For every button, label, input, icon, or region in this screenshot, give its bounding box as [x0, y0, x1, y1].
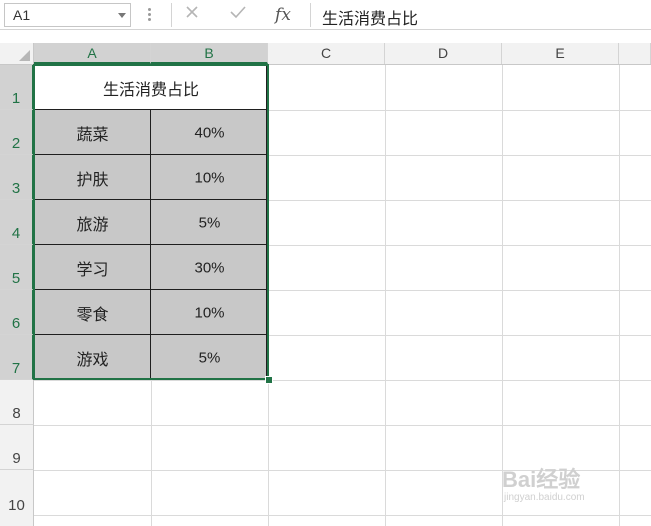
column-header-c[interactable]: C [268, 43, 385, 64]
gridline [34, 380, 651, 381]
row-number: 8 [12, 405, 21, 422]
row-header-9[interactable]: 9 [0, 425, 34, 470]
cell-b7[interactable]: 5% [151, 335, 268, 380]
cell-a1-title[interactable]: 生活消费占比 [34, 65, 268, 110]
select-all-button[interactable] [0, 43, 34, 64]
cell-a4[interactable]: 旅游 [34, 200, 151, 245]
cell-a6[interactable]: 零食 [34, 290, 151, 335]
gridline [385, 65, 386, 526]
gridline [502, 65, 503, 526]
cell-b5[interactable]: 30% [151, 245, 268, 290]
cell-b3[interactable]: 10% [151, 155, 268, 200]
cell-a2[interactable]: 蔬菜 [34, 110, 151, 155]
column-header-b[interactable]: B [151, 43, 268, 64]
table-border [34, 109, 268, 110]
name-box-value: A1 [13, 7, 31, 23]
watermark: Bai经验 jingyan.baidu.com [502, 462, 585, 503]
row-number: 9 [12, 450, 21, 467]
category-label: 游戏 [76, 349, 109, 369]
gridline [34, 425, 651, 426]
row-number: 10 [8, 497, 25, 514]
row-number: 2 [11, 135, 21, 152]
row-header-3[interactable]: 3 [0, 155, 34, 200]
row-number: 5 [11, 270, 21, 287]
enter-check-icon[interactable] [226, 3, 250, 27]
select-all-triangle-icon [19, 50, 30, 61]
chevron-down-icon[interactable] [118, 13, 126, 18]
column-header-row: A B C D E [0, 43, 651, 65]
percent-value: 5% [198, 214, 221, 231]
formula-bar: A1 fx 生活消费占比 [0, 0, 651, 30]
row-header-5[interactable]: 5 [0, 245, 34, 290]
gridline [34, 515, 651, 516]
row-header-10[interactable]: 10 [0, 470, 34, 526]
table-title: 生活消费占比 [102, 79, 199, 99]
category-label: 旅游 [76, 214, 109, 234]
row-number: 1 [11, 90, 21, 107]
gridline [619, 65, 620, 526]
row-header-6[interactable]: 6 [0, 290, 34, 335]
table-border [34, 289, 268, 290]
divider [310, 3, 311, 27]
percent-value: 10% [194, 304, 225, 321]
percent-value: 30% [194, 259, 225, 276]
more-options-icon[interactable] [148, 6, 152, 24]
name-box[interactable]: A1 [4, 3, 131, 27]
percent-value: 10% [194, 169, 225, 186]
category-label: 护肤 [76, 169, 109, 189]
category-label: 零食 [76, 304, 109, 324]
table-border [34, 244, 268, 245]
insert-function-icon[interactable]: fx [271, 3, 295, 27]
row-header-8[interactable]: 8 [0, 380, 34, 425]
column-header-f[interactable] [619, 43, 651, 64]
table-border [34, 154, 268, 155]
fill-handle[interactable] [265, 376, 273, 384]
category-label: 学习 [76, 259, 109, 279]
row-header-2[interactable]: 2 [0, 110, 34, 155]
watermark-text: Bai经验 [502, 467, 581, 492]
table-border [34, 334, 268, 335]
cell-a5[interactable]: 学习 [34, 245, 151, 290]
divider [171, 3, 172, 27]
table-border [266, 65, 267, 380]
row-header-4[interactable]: 4 [0, 200, 34, 245]
cell-b4[interactable]: 5% [151, 200, 268, 245]
column-header-a[interactable]: A [34, 43, 151, 64]
row-number: 3 [11, 180, 21, 197]
cancel-icon[interactable] [180, 3, 204, 27]
category-label: 蔬菜 [76, 124, 109, 144]
row-header-7[interactable]: 7 [0, 335, 34, 380]
cell-b2[interactable]: 40% [151, 110, 268, 155]
column-header-d[interactable]: D [385, 43, 502, 64]
row-number: 7 [11, 360, 21, 377]
cell-a7[interactable]: 游戏 [34, 335, 151, 380]
row-number: 4 [11, 225, 21, 242]
row-header-1[interactable]: 1 [0, 65, 34, 110]
table-border [34, 199, 268, 200]
watermark-url: jingyan.baidu.com [504, 492, 585, 503]
percent-value: 5% [198, 349, 221, 366]
column-header-e[interactable]: E [502, 43, 619, 64]
table-border [150, 110, 151, 380]
formula-content[interactable]: 生活消费占比 [322, 5, 418, 29]
cell-b6[interactable]: 10% [151, 290, 268, 335]
cell-a3[interactable]: 护肤 [34, 155, 151, 200]
gridline [268, 65, 269, 526]
row-number: 6 [11, 315, 21, 332]
percent-value: 40% [194, 124, 225, 141]
